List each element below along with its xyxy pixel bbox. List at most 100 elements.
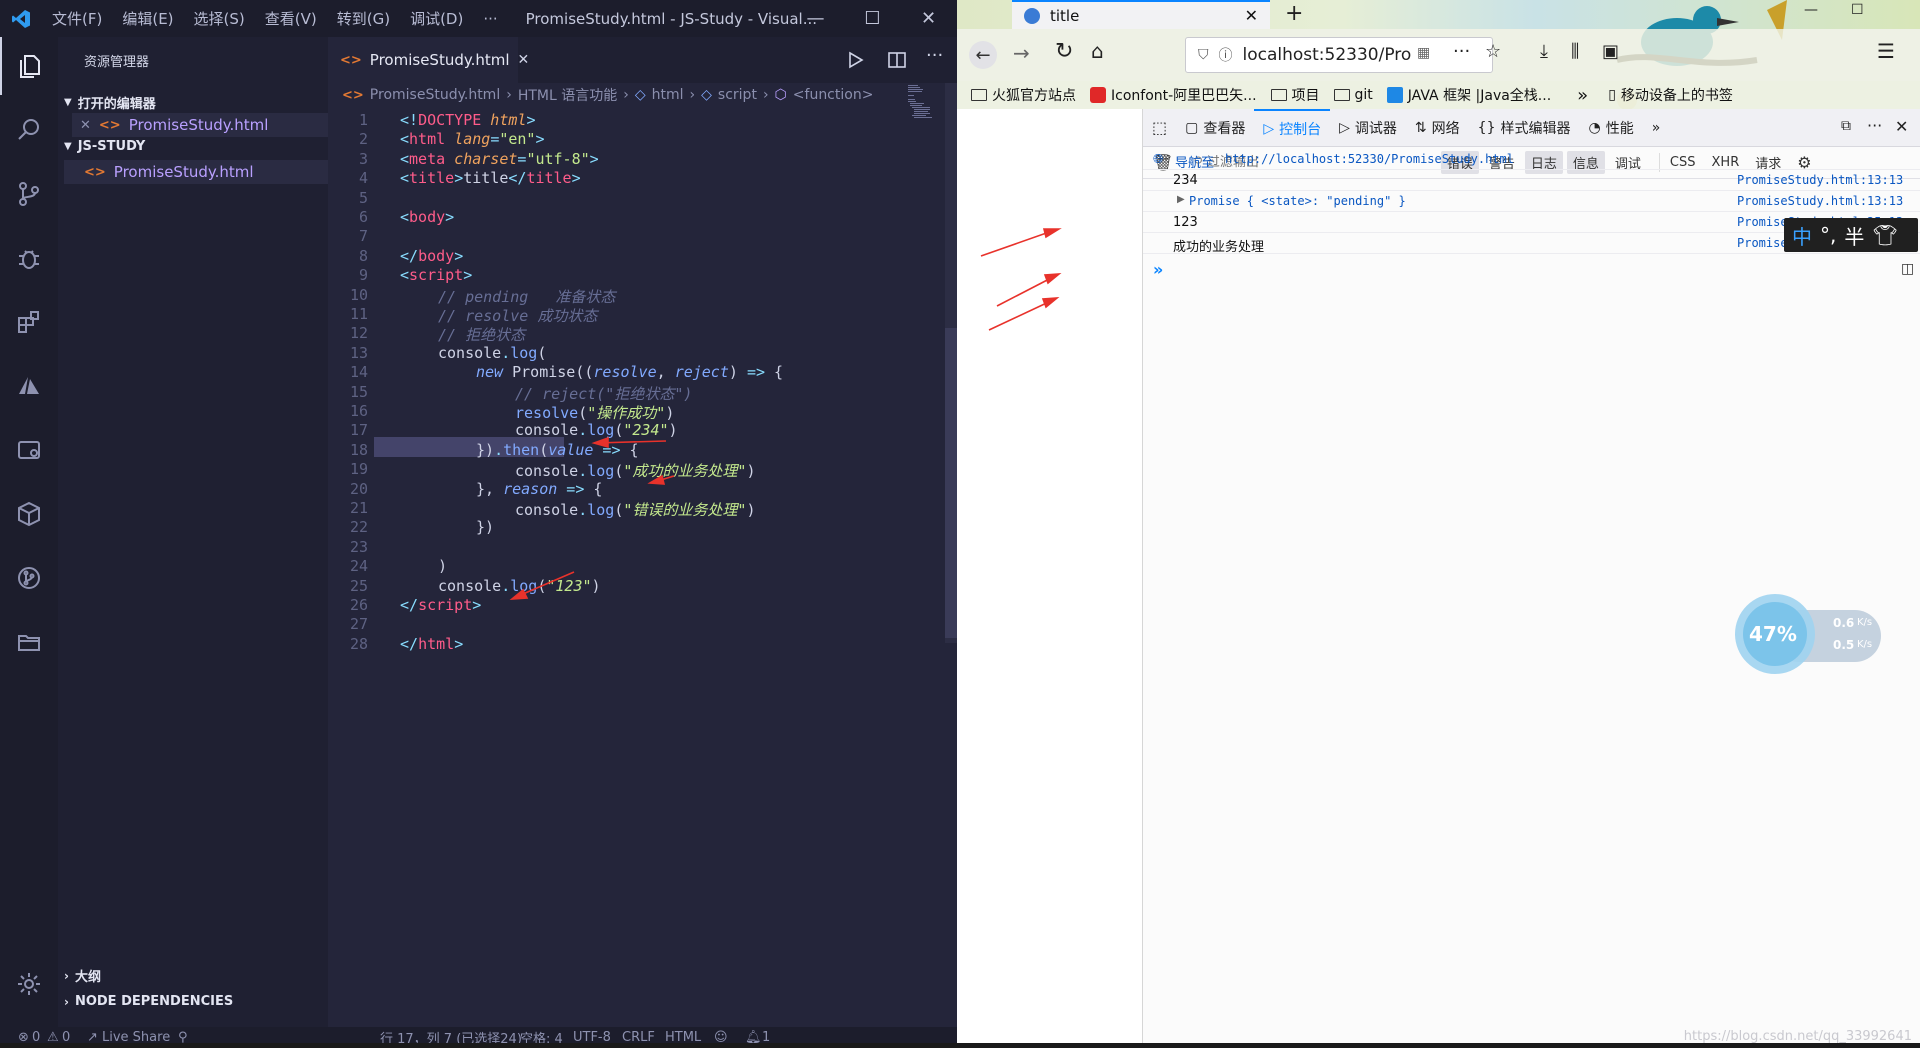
devtools-toolbar: ⬚ ▢ 查看器 ▷ 控制台 ▷ 调试器 ⇅ 网络 {} 样式编辑器 ◔ 性能 » ⧉ ···… [1143,108,1920,147]
url-bar[interactable]: ⛉ ⓘ localhost:52330/Pro [1185,37,1493,73]
bookmark-item[interactable]: 项目 [1270,85,1320,105]
library-icon[interactable]: ⫼ [1571,41,1579,62]
tab-style-editor[interactable]: {} 样式编辑器 [1469,109,1580,147]
debug-icon[interactable] [0,229,58,287]
tab-network[interactable]: ⇅ 网络 [1406,109,1469,147]
outline-section[interactable]: › 大纲 [64,966,101,986]
minimize-icon[interactable]: — [787,0,844,37]
navigation-url[interactable]: http://localhost:52330/PromiseStudy.html [1225,152,1514,166]
menu-file[interactable]: 文件(F) [42,8,112,29]
element-picker-icon[interactable]: ⬚ [1143,109,1176,147]
split-editor-icon[interactable] [886,49,908,75]
code-editor[interactable]: 1 2 3 4 5 6 7 8 9 10 11 12 13 14 15 16 17 18 19 20 21 22 23 24 2… [328,109,957,1009]
info-icon[interactable]: ⓘ [1219,45,1233,65]
expand-arrow-icon[interactable]: ▶ [1177,194,1185,205]
explorer-icon[interactable] [0,37,58,95]
run-icon[interactable] [844,49,866,75]
remote-explorer-icon[interactable] [0,421,58,479]
menu-icon[interactable]: ☰ [1877,39,1895,63]
breadcrumb-html[interactable]: html [652,87,684,103]
maximize-icon[interactable]: ☐ [1851,2,1864,18]
package-icon[interactable] [0,485,58,543]
menu-view[interactable]: 查看(V) [255,8,327,29]
download-icon[interactable]: ⤓ [1540,41,1548,62]
breadcrumb-file[interactable]: PromiseStudy.html [370,87,500,103]
sidebar-icon[interactable]: ▣ [1602,41,1619,62]
close-icon[interactable]: ✕ [900,0,957,37]
tab-label: 性能 [1605,120,1634,137]
reload-icon[interactable]: ↻ [1055,39,1073,64]
open-editors-section[interactable]: ▼ 打开的编辑器 [64,93,156,112]
chevron-right-icon: › [762,87,769,103]
devtools-options-icon[interactable]: ··· [1867,116,1882,135]
bookmark-item[interactable]: ▯ 移动设备上的书签 [1608,85,1733,105]
more-tabs-icon[interactable]: » [1643,109,1670,147]
git-graph-icon[interactable] [0,549,58,607]
azure-icon[interactable] [0,357,58,415]
source-control-icon[interactable] [0,165,58,223]
dock-icon[interactable]: ⧉ [1841,118,1851,134]
scrollbar-thumb[interactable] [945,328,957,638]
ime-skin-icon[interactable]: 👕︎ [1872,223,1897,247]
ime-punctuation[interactable]: °, [1820,223,1836,247]
menu-go[interactable]: 转到(G) [327,8,400,29]
console-message-source[interactable]: PromiseStudy.html:13:13 [1737,194,1903,208]
console-message-source[interactable]: PromiseStudy.html:13:13 [1737,173,1903,187]
search-icon[interactable] [0,101,58,159]
tab-performance[interactable]: ◔ 性能 [1579,109,1642,147]
settings-gear-icon[interactable] [0,955,58,1013]
bookmark-item[interactable]: git [1333,87,1373,103]
menu-edit[interactable]: 编辑(E) [112,8,183,29]
java-icon [1386,87,1403,103]
navigation-toolbar: ← → ↻ ⌂ ⛉ ⓘ localhost:52330/Pro ▦ ··· ☆ … [957,29,1920,81]
editor-mode-icon[interactable]: ◫ [1901,261,1914,277]
new-tab-icon[interactable]: + [1285,1,1303,26]
extensions-icon[interactable] [0,293,58,351]
tab-inspector[interactable]: ▢ 查看器 [1176,109,1254,147]
tab-strip: title ✕ + — ☐ [957,0,1920,109]
network-speed-widget[interactable]: 47% 0.6 K/s 0.5 K/s [1733,588,1883,680]
workspace-file-item[interactable]: <> PromiseStudy.html [64,160,328,184]
upload-speed: 0.6 [1833,616,1855,630]
breadcrumb-language[interactable]: HTML 语言功能 [518,85,617,105]
breadcrumb-function[interactable]: <function> [793,87,874,103]
tab-console[interactable]: ▷ 控制台 [1254,108,1331,147]
qr-code-icon[interactable]: ▦ [1417,45,1430,61]
bookmark-star-icon[interactable]: ☆ [1485,41,1501,62]
close-icon[interactable]: ✕ [1245,6,1258,25]
element-icon: ◇ [701,87,712,103]
open-editor-item[interactable]: ✕ <> PromiseStudy.html [72,113,328,137]
maximize-icon[interactable]: ☐ [844,0,901,37]
close-icon[interactable]: ✕ [80,118,91,133]
breadcrumb-script[interactable]: script [718,87,757,103]
menu-selection[interactable]: 选择(S) [184,8,255,29]
minimize-icon[interactable]: — [1804,2,1818,18]
console-message-text[interactable]: Promise { <state>: "pending" } [1189,194,1406,208]
node-dependencies-section[interactable]: › NODE DEPENDENCIES [64,994,233,1009]
forward-icon[interactable]: → [1013,41,1030,65]
tab-debugger[interactable]: ▷ 调试器 [1330,109,1406,147]
bookmark-item[interactable]: 火狐官方站点 [971,85,1076,105]
back-icon[interactable]: ← [969,41,997,69]
workspace-section[interactable]: ▼ JS-STUDY [64,139,145,154]
menu-more[interactable]: ··· [473,10,507,28]
url-text[interactable]: localhost:52330/Pro [1243,45,1412,65]
html-file-icon: <> [342,87,364,103]
page-actions-icon[interactable]: ··· [1453,41,1470,62]
ime-width-mode[interactable]: 半 [1844,221,1864,250]
home-icon[interactable]: ⌂ [1091,39,1104,63]
bookmark-item[interactable]: Iconfont-阿里巴巴矢... [1090,85,1257,105]
tab-promisestudy[interactable]: <> PromiseStudy.html ✕ [328,37,529,83]
ime-language[interactable]: 中 [1792,221,1812,250]
bookmark-item[interactable]: JAVA 框架 |Java全栈... [1386,85,1551,105]
more-actions-icon[interactable]: ··· [926,45,943,66]
ime-toolbar[interactable]: 中 °, 半 👕︎ [1784,218,1918,252]
menu-debug[interactable]: 调试(D) [400,8,473,29]
close-icon[interactable]: ✕ [518,52,530,68]
shield-icon[interactable]: ⛉ [1198,47,1209,63]
more-bookmarks-icon[interactable]: » [1577,85,1588,106]
performance-icon: ◔ [1588,119,1601,136]
close-icon[interactable]: ✕ [1895,117,1908,136]
folders-icon[interactable] [0,613,58,671]
browser-tab[interactable]: title ✕ [1012,0,1270,29]
